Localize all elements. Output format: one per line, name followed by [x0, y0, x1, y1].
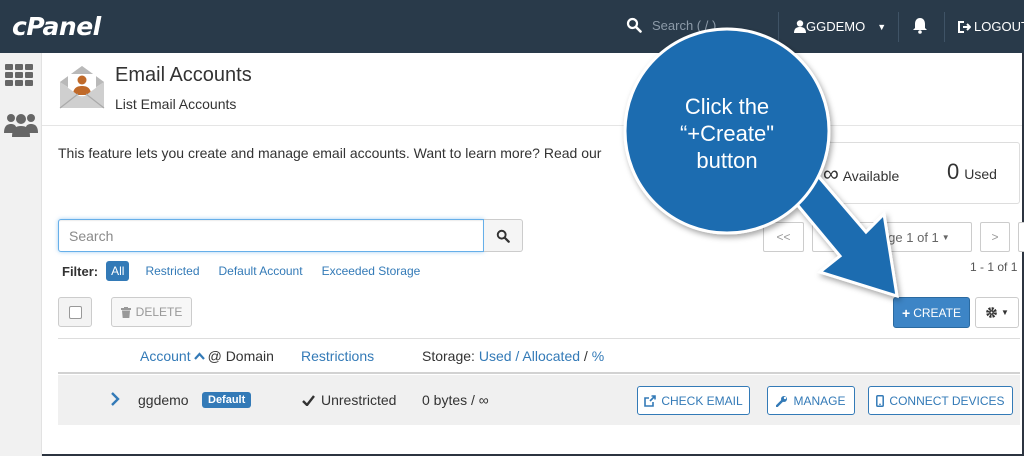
topbar-divider [944, 12, 945, 42]
search-icon [626, 17, 642, 33]
trash-icon [120, 306, 131, 318]
sort-percent-link[interactable]: % [592, 348, 604, 364]
manage-button[interactable]: MANAGE [767, 386, 855, 415]
topbar-divider [898, 12, 899, 42]
account-search-button[interactable] [484, 219, 523, 252]
page-select[interactable]: Page 1 of 1 ▼ [850, 222, 972, 252]
caret-down-icon: ▼ [877, 21, 887, 32]
pagination: << < Page 1 of 1 ▼ > >> [763, 222, 1024, 252]
callout-line-1: Click the [684, 94, 770, 119]
gear-icon [986, 307, 997, 318]
table-header-divider [58, 372, 1020, 374]
restriction-label: Unrestricted [321, 392, 397, 408]
sort-ascending-icon [193, 352, 205, 360]
result-count: 1 - 1 of 1 [970, 260, 1018, 274]
storage-separator: / [583, 348, 588, 364]
user-menu[interactable]: GGDEMO ▼ [794, 19, 886, 34]
account-search-input[interactable] [58, 219, 484, 252]
sort-account-link[interactable]: Account [140, 348, 191, 364]
bell-icon [913, 18, 927, 34]
available-stat: ∞ Available [823, 161, 899, 187]
page-subtitle: List Email Accounts [115, 96, 237, 112]
restriction-status: Unrestricted [302, 392, 396, 408]
users-group-icon[interactable] [3, 111, 39, 142]
plus-icon: + [902, 304, 911, 321]
last-page-button[interactable]: >> [1018, 222, 1024, 252]
logout-icon [958, 20, 971, 33]
sort-used-link[interactable]: Used [479, 348, 512, 364]
mobile-phone-icon [876, 394, 885, 407]
check-email-label: CHECK EMAIL [661, 393, 743, 408]
table-top-divider [58, 338, 1020, 339]
logout-label: LOGOUT [974, 19, 1024, 34]
logout-button[interactable]: LOGOUT [958, 19, 1024, 34]
checkbox-box [68, 305, 82, 319]
account-search [58, 219, 523, 252]
callout-text: Click the “+Create" button [652, 93, 802, 174]
column-account-domain: Account @ Domain [140, 348, 278, 364]
checkmark-icon [302, 394, 315, 406]
table-row: ggdemo Default Unrestricted 0 bytes / ∞ … [58, 375, 1020, 425]
account-name: ggdemo [138, 392, 189, 408]
available-label: Available [842, 168, 900, 184]
left-sidebar [0, 53, 42, 456]
storage-value: 0 bytes / ∞ [422, 392, 489, 408]
wrench-icon [776, 395, 788, 407]
account-stats-box: ∞ Available 0 Used [800, 142, 1020, 204]
caret-down-icon: ▼ [941, 232, 950, 242]
delete-button[interactable]: DELETE [111, 297, 192, 327]
delete-label: DELETE [135, 305, 183, 319]
used-value: 0 [947, 159, 960, 184]
callout-line-3: button [696, 148, 758, 173]
used-label: Used [964, 166, 997, 182]
default-badge: Default [202, 392, 252, 408]
storage-label: Storage: [422, 348, 475, 364]
column-storage: Storage: Used / Allocated / % [422, 348, 604, 364]
username-label: GGDEMO [806, 19, 866, 34]
filter-all[interactable]: All [106, 261, 130, 281]
notifications-button[interactable] [912, 17, 928, 39]
filter-default-account[interactable]: Default Account [219, 264, 303, 278]
settings-dropdown-button[interactable]: ▼ [975, 297, 1019, 328]
search-icon [496, 229, 510, 243]
at-domain-label: @ Domain [207, 348, 274, 364]
page-title: Email Accounts [115, 64, 252, 86]
chevron-right-icon[interactable] [110, 391, 120, 407]
topbar-divider [778, 12, 779, 42]
global-search[interactable] [626, 17, 792, 33]
page-of-label: Page 1 of 1 [872, 229, 939, 245]
first-page-button[interactable]: << [763, 222, 804, 252]
user-icon [794, 20, 806, 33]
caret-down-icon: ▼ [1001, 308, 1009, 317]
feature-description: This feature lets you create and manage … [58, 145, 602, 161]
filter-exceeded-storage[interactable]: Exceeded Storage [322, 264, 421, 278]
header-divider [42, 125, 1022, 126]
connect-devices-button[interactable]: CONNECT DEVICES [868, 386, 1013, 415]
next-page-button[interactable]: > [980, 222, 1010, 252]
storage-separator: / [515, 348, 520, 364]
cpanel-logo[interactable]: cPanel [12, 12, 101, 41]
used-stat: 0 Used [947, 159, 997, 185]
sort-allocated-link[interactable]: Allocated [522, 348, 580, 364]
filter-label: Filter: [62, 263, 99, 279]
sort-restrictions-link[interactable]: Restrictions [301, 348, 374, 364]
top-navigation-bar: cPanel GGDEMO ▼ LOGOUT [0, 0, 1024, 53]
select-all-checkbox[interactable] [58, 297, 92, 327]
create-button[interactable]: + CREATE [893, 297, 970, 328]
email-accounts-icon [58, 62, 106, 110]
apps-grid-icon[interactable] [5, 64, 35, 93]
manage-label: MANAGE [793, 393, 846, 408]
callout-line-2: “+Create" [679, 121, 774, 146]
filter-bar: Filter: All Restricted Default Account E… [62, 261, 439, 281]
available-value: ∞ [823, 161, 839, 186]
create-label: CREATE [913, 305, 961, 320]
external-link-icon [644, 394, 657, 407]
connect-devices-label: CONNECT DEVICES [889, 393, 1005, 408]
global-search-input[interactable] [652, 17, 792, 33]
check-email-button[interactable]: CHECK EMAIL [637, 386, 750, 415]
filter-restricted[interactable]: Restricted [145, 264, 199, 278]
prev-page-button[interactable]: < [812, 222, 842, 252]
